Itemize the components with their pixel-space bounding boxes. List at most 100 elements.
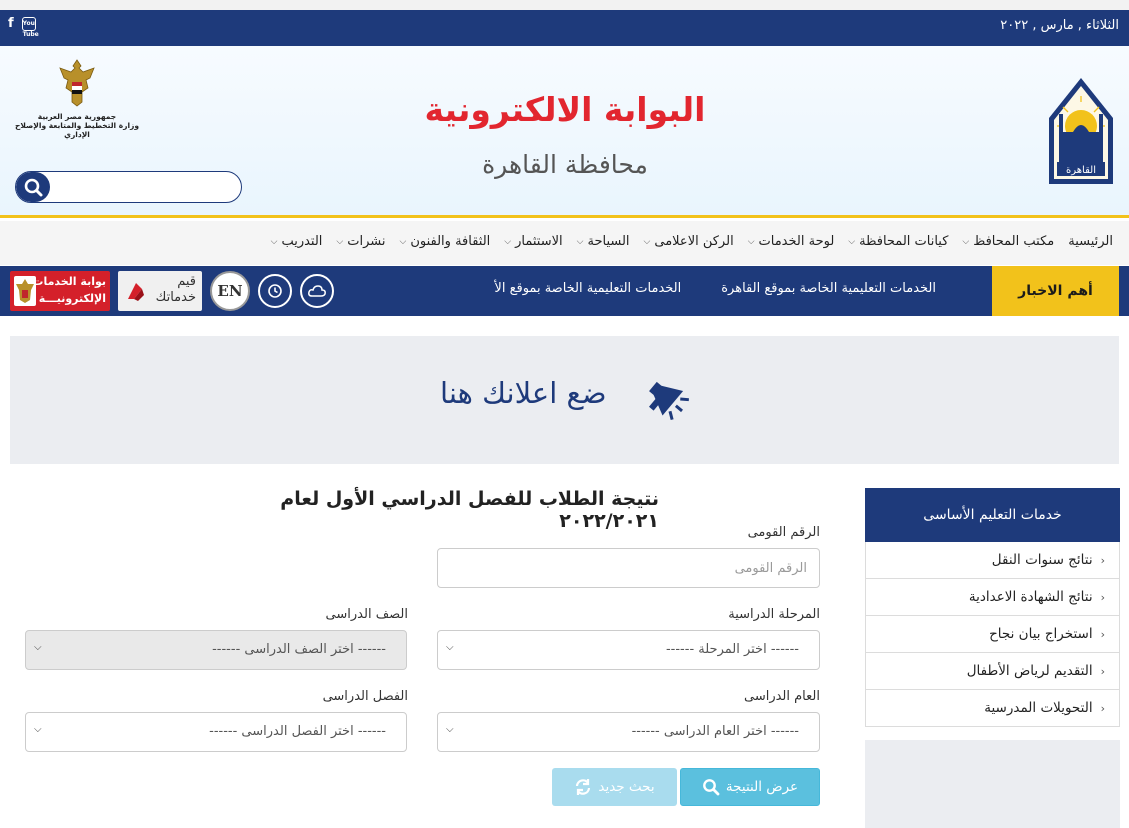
nav-item[interactable]: السياحة ⌵ — [563, 234, 630, 249]
national-id-input[interactable] — [437, 548, 820, 588]
grade-select-value: ------ اختر الصف الدراسى ------ — [212, 642, 386, 657]
ad-banner[interactable]: ضع اعلانك هنا — [10, 336, 1119, 464]
term-select-value: ------ اختر الفصل الدراسى ------ — [209, 724, 386, 739]
youtube-icon[interactable]: You Tube — [21, 16, 39, 38]
news-ticker-text[interactable]: الخدمات التعليمية الخاصة بموقع القاهرة ال… — [380, 266, 936, 316]
chevron-left-icon: ‹ — [1100, 628, 1105, 641]
sidebar-item-label: نتائج سنوات النقل — [991, 552, 1093, 568]
service-badges: بوابة الخدمات الإلكترونيـــة قيم خدماتك … — [10, 271, 334, 311]
chevron-down-icon: ⌵ — [446, 642, 454, 653]
show-result-button[interactable]: عرض النتيجة — [680, 768, 820, 806]
site-header: جمهورية مصر العربية وزارة التخطيط والمتا… — [0, 46, 1129, 218]
search-box — [15, 171, 242, 203]
chevron-down-icon: ⌵ — [747, 236, 755, 247]
rate-services-badge[interactable]: قيم خدماتك — [118, 271, 202, 311]
news-item[interactable]: الخدمات التعليمية الخاصة بموقع الأ — [494, 281, 681, 296]
chevron-left-icon: ‹ — [1100, 665, 1105, 678]
egypt-emblem: جمهورية مصر العربية وزارة التخطيط والمتا… — [14, 58, 140, 154]
facebook-icon[interactable]: f — [8, 16, 14, 31]
eservices-badge-line2: الإلكترونيـــة — [38, 292, 106, 305]
sidebar-item-label: استخراج بيان نجاح — [989, 626, 1093, 642]
nav-item-label: الثقافة والفنون — [410, 234, 491, 249]
chevron-down-icon: ⌵ — [576, 236, 584, 247]
english-language-button[interactable]: EN — [210, 271, 250, 311]
grade-select[interactable]: ------ اختر الصف الدراسى ------ ⌵ — [25, 630, 407, 670]
nav-item-label: لوحة الخدمات — [758, 234, 835, 249]
eservices-badge-line1: بوابة الخدمات — [32, 275, 106, 288]
stage-label: المرحلة الدراسية — [728, 607, 820, 622]
nav-item[interactable]: نشرات ⌵ — [322, 234, 385, 249]
sidebar-item[interactable]: ‹ نتائج سنوات النقل — [865, 542, 1120, 579]
clock-icon[interactable] — [258, 274, 292, 308]
stage-select-value: ------ اختر المرحلة ------ — [665, 642, 799, 657]
sidebar-item[interactable]: ‹ استخراج بيان نجاح — [865, 616, 1120, 653]
ad-text: ضع اعلانك هنا — [440, 376, 607, 410]
chevron-down-icon: ⌵ — [270, 236, 278, 247]
megaphone-icon — [649, 381, 689, 420]
nav-item-label: التدريب — [281, 234, 323, 249]
chevron-down-icon: ⌵ — [34, 724, 42, 735]
nav-item[interactable]: الرئيسية — [1054, 234, 1113, 249]
term-select[interactable]: ------ اختر الفصل الدراسى ------ ⌵ — [25, 712, 407, 752]
weather-icon[interactable] — [300, 274, 334, 308]
top-bar: f You Tube الثلاثاء , مارس , ٢٠٢٢ — [0, 10, 1129, 46]
search-icon — [703, 779, 720, 796]
form-title: نتيجة الطلاب للفصل الدراسي الأول لعام ٢٠… — [280, 488, 659, 532]
chevron-left-icon: ‹ — [1100, 702, 1105, 715]
nav-item-label: الاستثمار — [515, 234, 563, 249]
chevron-down-icon: ⌵ — [446, 724, 454, 735]
chevron-down-icon: ⌵ — [643, 236, 651, 247]
nav-list: الرئيسية مكتب المحافظ ⌵ كيانات المحافظة ⌵ لوح… — [257, 234, 1113, 249]
year-select-value: ------ اختر العام الدراسى ------ — [631, 724, 799, 739]
term-label: الفصل الدراسى — [322, 689, 408, 704]
nav-item-label: مكتب المحافظ — [973, 234, 1055, 249]
main-nav: الرئيسية مكتب المحافظ ⌵ كيانات المحافظة ⌵ لوح… — [0, 221, 1129, 265]
sidebar-item-label: التحويلات المدرسية — [984, 700, 1093, 716]
chevron-down-icon: ⌵ — [848, 236, 856, 247]
governorate-title: محافظة القاهرة — [482, 150, 648, 179]
cairo-governorate-logo: القاهرة — [1049, 78, 1113, 184]
year-select[interactable]: ------ اختر العام الدراسى ------ ⌵ — [437, 712, 820, 752]
sidebar-item-label: التقديم لرياض الأطفال — [966, 663, 1093, 679]
chevron-left-icon: ‹ — [1100, 591, 1105, 604]
sidebar-ad-placeholder — [865, 740, 1120, 828]
new-search-button[interactable]: بحث جديد — [552, 768, 677, 806]
search-button[interactable] — [16, 172, 50, 202]
sidebar-item[interactable]: ‹ التحويلات المدرسية — [865, 690, 1120, 727]
nav-item-label: السياحة — [587, 234, 630, 249]
nav-item-label: نشرات — [347, 234, 386, 249]
social-links: f You Tube — [8, 16, 39, 38]
sidebar-item-label: نتائج الشهادة الاعدادية — [968, 589, 1093, 605]
rate-badge-line1: قيم — [177, 274, 196, 289]
emblem-line-country: جمهورية مصر العربية — [37, 112, 117, 121]
news-ticker-label: أهم الاخبار — [992, 266, 1119, 316]
news-item[interactable]: الخدمات التعليمية الخاصة بموقع القاهرة — [721, 281, 936, 296]
nav-item[interactable]: لوحة الخدمات ⌵ — [734, 234, 835, 249]
egypt-emblem-icon — [14, 276, 36, 306]
chevron-down-icon: ⌵ — [962, 236, 970, 247]
rate-badge-line2: خدماتك — [155, 290, 196, 305]
chevron-left-icon: ‹ — [1100, 554, 1105, 567]
sidebar-item[interactable]: ‹ نتائج الشهادة الاعدادية — [865, 579, 1120, 616]
nav-item[interactable]: الاستثمار ⌵ — [490, 234, 562, 249]
nav-item[interactable]: التدريب ⌵ — [257, 234, 323, 249]
nav-item-label: الركن الاعلامى — [654, 234, 734, 249]
sidebar-item[interactable]: ‹ التقديم لرياض الأطفال — [865, 653, 1120, 690]
nav-item[interactable]: كيانات المحافظة ⌵ — [834, 234, 948, 249]
refresh-icon — [576, 779, 591, 795]
new-search-label: بحث جديد — [598, 779, 655, 795]
nav-item[interactable]: مكتب المحافظ ⌵ — [948, 234, 1054, 249]
eagle-icon — [59, 59, 95, 107]
top-strip — [0, 0, 1129, 10]
news-ticker: أهم الاخبار الخدمات التعليمية الخاصة بمو… — [0, 266, 1129, 316]
stage-select[interactable]: ------ اختر المرحلة ------ ⌵ — [437, 630, 820, 670]
chevron-down-icon: ⌵ — [504, 236, 512, 247]
search-input[interactable] — [52, 172, 240, 201]
chevron-down-icon: ⌵ — [336, 236, 344, 247]
national-id-label: الرقم القومى — [747, 525, 820, 540]
nav-item[interactable]: الركن الاعلامى ⌵ — [630, 234, 734, 249]
chevron-down-icon: ⌵ — [399, 236, 407, 247]
chevron-down-icon: ⌵ — [34, 642, 42, 653]
eservices-portal-badge[interactable]: بوابة الخدمات الإلكترونيـــة — [10, 271, 110, 311]
nav-item[interactable]: الثقافة والفنون ⌵ — [386, 234, 491, 249]
